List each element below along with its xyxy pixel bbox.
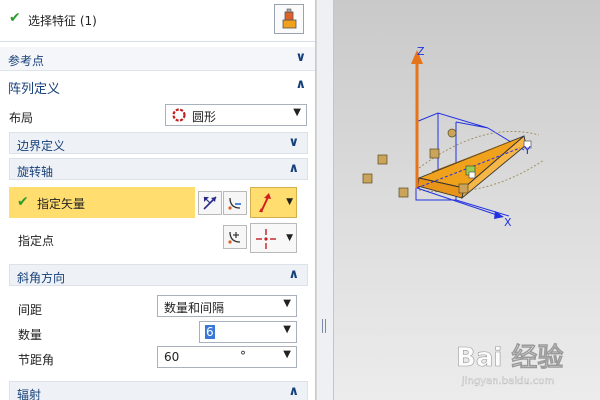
layout-select[interactable]: 圆形 ▼ — [165, 104, 307, 126]
check-icon: ✔ — [9, 10, 21, 26]
viewport-scene: Z Y X Bai 经验 jingyan.baidu.com — [362, 45, 564, 387]
watermark-text: Bai 经验 — [456, 342, 563, 373]
circle-pattern-icon — [172, 108, 186, 122]
specify-vector-row[interactable]: ✔ 指定矢量 — [9, 187, 195, 218]
panel-splitter[interactable] — [316, 0, 334, 400]
point-dialog-icon — [228, 231, 241, 244]
spacing-select[interactable]: 数量和间隔 ▼ — [157, 295, 297, 317]
section-array-def-label: 阵列定义 — [8, 82, 61, 97]
crosshair-point-icon — [256, 229, 276, 249]
section-angle-direction-label: 斜角方向 — [17, 271, 66, 285]
section-boundary-label: 边界定义 — [17, 139, 66, 153]
select-feature-icon — [282, 8, 297, 29]
chevron-up-icon: ∧ — [295, 77, 306, 92]
chevron-up-icon: ∧ — [288, 267, 299, 282]
axis-label-x: X — [504, 216, 512, 229]
specify-point-label: 指定点 — [18, 234, 55, 248]
reverse-direction-icon — [203, 196, 217, 210]
chevron-up-icon: ∧ — [288, 161, 299, 176]
point-dialog-button[interactable] — [223, 225, 247, 249]
section-array-def[interactable]: 阵列定义 ∧ — [0, 74, 315, 100]
section-angle-direction[interactable]: 斜角方向 ∧ — [9, 264, 308, 286]
chevron-up-icon: ∧ — [288, 384, 299, 399]
section-radial[interactable]: 辐射 ∧ — [9, 381, 308, 400]
dropdown-arrow-icon: ▼ — [283, 298, 291, 309]
section-ref-point-label: 参考点 — [8, 54, 45, 68]
count-input[interactable]: 6 ▼ — [199, 321, 297, 343]
chevron-down-icon: ∨ — [295, 50, 306, 65]
section-ref-point[interactable]: 参考点 ∨ — [0, 47, 315, 71]
spacing-value: 数量和间隔 — [164, 301, 225, 315]
layout-label: 布局 — [9, 111, 34, 125]
section-rotation-axis-label: 旋转轴 — [17, 165, 54, 179]
pitch-angle-unit: ° — [240, 349, 246, 363]
splitter-grip-icon — [322, 319, 329, 333]
pitch-angle-label: 节距角 — [18, 353, 55, 367]
vector-dialog-icon — [228, 197, 241, 210]
selection-handle — [468, 171, 476, 179]
feature-array-panel: ✔ 选择特征 (1) 参考点 ∨ 阵列定义 ∧ 布局 圆形 ▼ 边界定义 ∨ 旋 — [0, 0, 316, 400]
vector-dialog-button[interactable] — [223, 191, 247, 215]
spacing-label: 间距 — [18, 303, 43, 317]
axis-label-z: Z — [417, 45, 425, 58]
dropdown-arrow-icon: ▼ — [286, 197, 293, 207]
select-feature-row[interactable]: ✔ 选择特征 (1) — [0, 0, 315, 42]
dropdown-arrow-icon: ▼ — [283, 349, 291, 360]
dropdown-arrow-icon: ▼ — [283, 324, 291, 335]
dropdown-arrow-icon: ▼ — [293, 107, 301, 118]
graphics-viewport[interactable]: Z Y X Bai 经验 jingyan.baidu.com — [334, 0, 600, 400]
axis-label-y: Y — [523, 144, 531, 157]
dropdown-arrow-icon: ▼ — [286, 233, 293, 243]
select-feature-button[interactable] — [274, 4, 304, 34]
layout-value: 圆形 — [192, 110, 217, 124]
reverse-direction-button[interactable] — [198, 191, 222, 215]
section-boundary[interactable]: 边界定义 ∨ — [9, 132, 308, 154]
specify-vector-label: 指定矢量 — [37, 197, 86, 211]
pitch-angle-input[interactable]: 60 ° ▼ — [157, 346, 297, 368]
count-label: 数量 — [18, 328, 43, 342]
pitch-angle-value: 60 — [164, 350, 180, 364]
watermark-url: jingyan.baidu.com — [461, 376, 554, 387]
section-radial-label: 辐射 — [17, 388, 42, 400]
chevron-down-icon: ∨ — [288, 135, 299, 150]
check-icon: ✔ — [17, 194, 29, 210]
vector-arrow-icon — [259, 193, 271, 213]
section-rotation-axis[interactable]: 旋转轴 ∧ — [9, 158, 308, 180]
vector-type-select[interactable]: ▼ — [250, 187, 297, 218]
x-axis-arrow — [494, 211, 504, 219]
count-value: 6 — [205, 325, 215, 339]
point-type-select[interactable]: ▼ — [250, 223, 297, 253]
select-feature-label: 选择特征 (1) — [28, 14, 97, 28]
